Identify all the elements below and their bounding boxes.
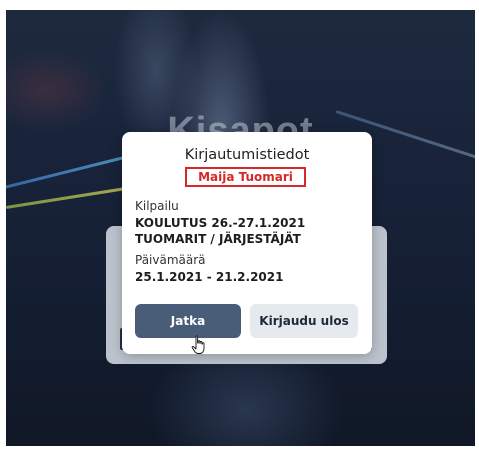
competition-label: Kilpailu xyxy=(135,199,179,213)
logout-button[interactable]: Kirjaudu ulos xyxy=(250,304,358,338)
hand-pointer-icon xyxy=(191,335,205,354)
ribbon-decoration xyxy=(6,185,135,209)
login-info-dialog: Kirjautumistiedot Maija Tuomari Kilpailu… xyxy=(122,132,372,354)
date-label: Päivämäärä xyxy=(135,253,206,267)
date-range: 25.1.2021 - 21.2.2021 xyxy=(135,270,284,284)
continue-button[interactable]: Jatka xyxy=(135,304,241,338)
competition-name: KOULUTUS 26.-27.1.2021 xyxy=(135,216,306,230)
dialog-title: Kirjautumistiedot xyxy=(184,147,310,163)
competition-role: TUOMARIT / JÄRJESTÄJÄT xyxy=(135,232,301,246)
user-name-badge: Maija Tuomari xyxy=(185,167,306,187)
